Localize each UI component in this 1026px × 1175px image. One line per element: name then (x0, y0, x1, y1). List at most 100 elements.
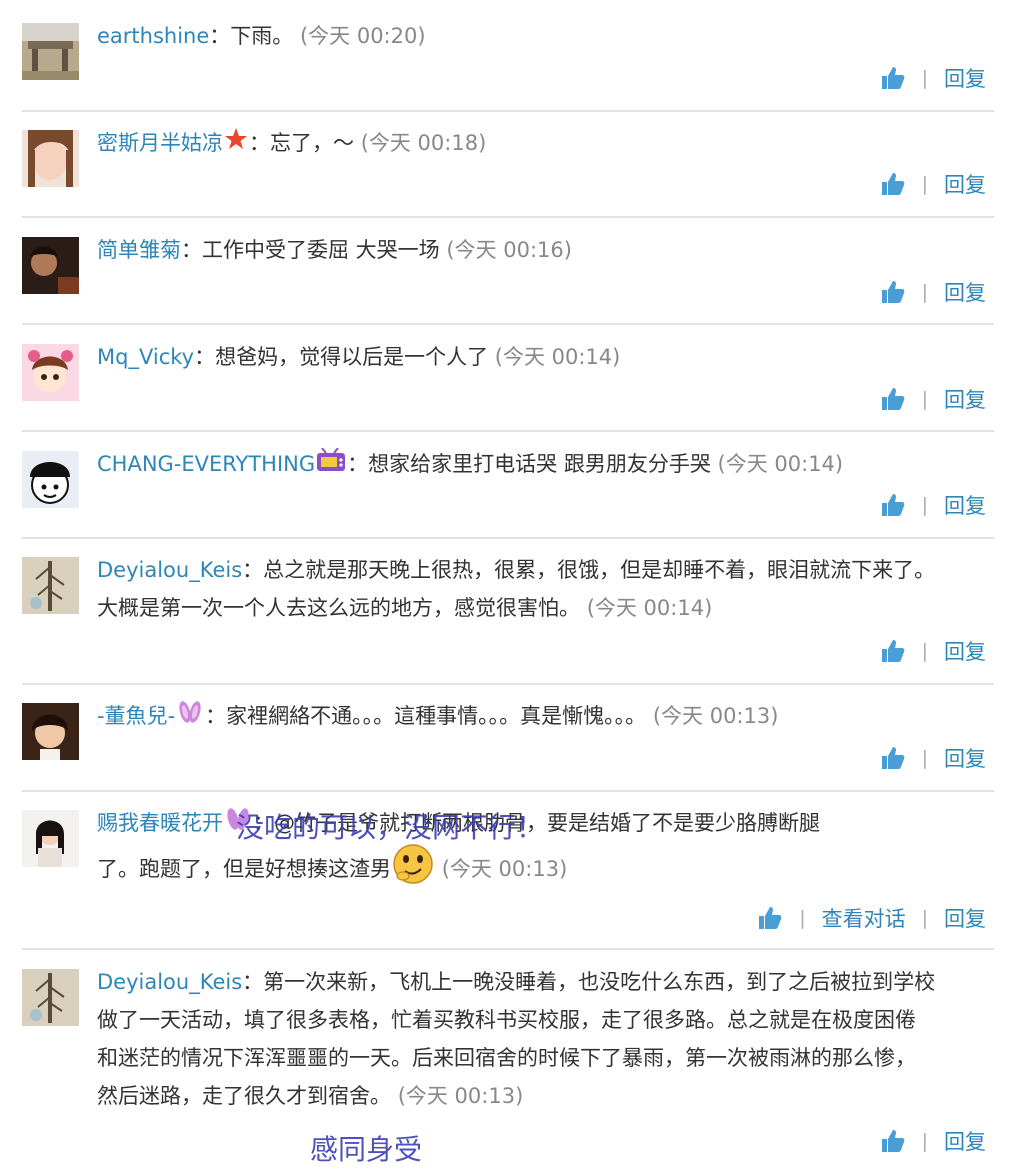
separator: | (921, 1130, 928, 1152)
like-thumb-icon[interactable] (880, 65, 906, 91)
avatar[interactable] (22, 23, 79, 80)
divider (22, 537, 994, 539)
comment-time: (今天 00:18) (360, 131, 487, 155)
separator: | (921, 388, 928, 410)
divider (22, 790, 994, 792)
comment-text-cont: 大概是第一次一个人去这么远的地方，感觉很害怕。 (97, 596, 580, 620)
star-badge-icon (224, 125, 248, 163)
divider (22, 216, 994, 218)
reply-link[interactable]: 回复 (944, 636, 986, 666)
comment-time: (今天 00:14) (494, 345, 621, 369)
reply-link[interactable]: 回复 (944, 743, 986, 773)
username-link[interactable]: 密斯月半姑凉 (97, 131, 223, 155)
comment-body: Deyialou_Keis：第一次来新，飞机上一晚没睡着，也没吃什么东西，到了之… (97, 963, 997, 1115)
username-link[interactable]: 赐我春暖花开 (97, 811, 223, 835)
comment-body: -董魚兒- ：家裡網絡不通。。。這種事情。。。真是慚愧。。。 (今天 00:13) (97, 697, 997, 736)
comment-time: (今天 00:13) (652, 704, 779, 728)
divider (22, 683, 994, 685)
comment-text: ：工作中受了委屈 大哭一场 (181, 238, 440, 262)
tv-badge-icon (316, 446, 346, 484)
like-thumb-icon[interactable] (880, 171, 906, 197)
avatar[interactable] (22, 557, 79, 614)
comment-body: Deyialou_Keis：总之就是那天晚上很热，很累，很饿，但是却睡不着，眼泪… (97, 551, 997, 627)
separator: | (921, 173, 928, 195)
like-thumb-icon[interactable] (880, 1128, 906, 1154)
divider (22, 110, 994, 112)
comment-time: (今天 00:14) (717, 452, 844, 476)
comment-text: ：想爸妈，觉得以后是一个人了 (194, 345, 489, 369)
comment-actions: | 回复 (880, 383, 986, 415)
separator: | (921, 67, 928, 89)
comment-body: 密斯月半姑凉 ：忘了，～ (今天 00:18) (97, 124, 997, 163)
comment-actions: | 回复 (880, 742, 986, 774)
avatar[interactable] (22, 130, 79, 187)
comment-text-cont: 然后迷路，走了很久才到宿舍。 (97, 1084, 391, 1108)
view-conversation-link[interactable]: 查看对话 (822, 903, 906, 933)
comment-text-cont: 做了一天活动，填了很多表格，忙着买教科书买校服，走了很多路。总之就是在极度困倦 (97, 1008, 916, 1032)
separator: | (921, 747, 928, 769)
overlay-caption: 没吃的可以，没网不行！ (236, 811, 545, 844)
divider (22, 430, 994, 432)
like-thumb-icon[interactable] (880, 492, 906, 518)
username-link[interactable]: -董魚兒- (97, 704, 175, 728)
separator: | (921, 907, 928, 929)
avatar[interactable] (22, 237, 79, 294)
comment-time: (今天 00:13) (397, 1084, 524, 1108)
comment-text: ：第一次来新，飞机上一晚没睡着，也没吃什么东西，到了之后被拉到学校 (242, 970, 936, 994)
comment-text: ：家裡網絡不通。。。這種事情。。。真是慚愧。。。 (205, 704, 647, 728)
separator: | (921, 494, 928, 516)
comment-actions: | 回复 (880, 62, 986, 94)
bunny-ears-icon (176, 698, 204, 736)
like-thumb-icon[interactable] (880, 279, 906, 305)
reply-link[interactable]: 回复 (944, 490, 986, 520)
comment-text: ：忘了，～ (249, 131, 354, 155)
comment-actions: | 回复 (880, 635, 986, 667)
separator: | (921, 281, 928, 303)
username-link[interactable]: 简单雏菊 (97, 238, 181, 262)
comment-actions: | 回复 (880, 168, 986, 200)
reply-link[interactable]: 回复 (944, 277, 986, 307)
reply-link[interactable]: 回复 (944, 384, 986, 414)
comment-text: ：下雨。 (209, 24, 294, 48)
comment-body: 赐我春暖花开 ：@竹子是爷就打断两根肋骨，要是结婚了不是要少胳膊断腿 了。跑题了，… (97, 804, 997, 897)
divider (22, 323, 994, 325)
username-link[interactable]: Deyialou_Keis (97, 970, 242, 994)
username-link[interactable]: Mq_Vicky (97, 345, 194, 369)
like-thumb-icon[interactable] (757, 905, 783, 931)
comment-time: (今天 00:20) (299, 24, 426, 48)
reply-link[interactable]: 回复 (944, 63, 986, 93)
comment-text: ：想家给家里打电话哭 跟男朋友分手哭 (347, 452, 711, 476)
like-thumb-icon[interactable] (880, 638, 906, 664)
comment-actions: | 查看对话 | 回复 (757, 902, 986, 934)
username-link[interactable]: Deyialou_Keis (97, 558, 242, 582)
smirk-emoji-icon (392, 843, 434, 897)
comment-text: ：总之就是那天晚上很热，很累，很饿，但是却睡不着，眼泪就流下来了。 (242, 558, 936, 582)
reply-link[interactable]: 回复 (944, 169, 986, 199)
avatar[interactable] (22, 344, 79, 401)
comment-time: (今天 00:13) (441, 857, 568, 881)
avatar[interactable] (22, 969, 79, 1026)
comment-body: Mq_Vicky：想爸妈，觉得以后是一个人了 (今天 00:14) (97, 338, 997, 376)
comment-actions: | 回复 (880, 276, 986, 308)
separator: | (921, 640, 928, 662)
comment-body: earthshine：下雨。 (今天 00:20) (97, 17, 997, 55)
reply-link[interactable]: 回复 (944, 903, 986, 933)
reply-link[interactable]: 回复 (944, 1126, 986, 1156)
username-link[interactable]: earthshine (97, 24, 209, 48)
comment-body: CHANG-EVERYTHING ：想家给家里打电话哭 跟男朋友分手哭 (今天 0… (97, 445, 997, 484)
comment-text-cont: 了。跑题了，但是好想揍这渣男 (97, 857, 391, 881)
comment-body: 简单雏菊：工作中受了委屈 大哭一场 (今天 00:16) (97, 231, 997, 269)
overlay-caption: 感同身受 (310, 1133, 423, 1166)
like-thumb-icon[interactable] (880, 745, 906, 771)
separator: | (799, 907, 806, 929)
divider (22, 948, 994, 950)
comment-actions: | 回复 (880, 489, 986, 521)
like-thumb-icon[interactable] (880, 386, 906, 412)
username-link[interactable]: CHANG-EVERYTHING (97, 452, 315, 476)
avatar[interactable] (22, 703, 79, 760)
avatar[interactable] (22, 810, 79, 867)
comment-actions: | 回复 (880, 1125, 986, 1157)
comment-text-cont: 和迷茫的情况下浑浑噩噩的一天。后来回宿舍的时候下了暴雨，第一次被雨淋的那么惨， (97, 1046, 916, 1070)
comment-time: (今天 00:16) (446, 238, 572, 262)
avatar[interactable] (22, 451, 79, 508)
